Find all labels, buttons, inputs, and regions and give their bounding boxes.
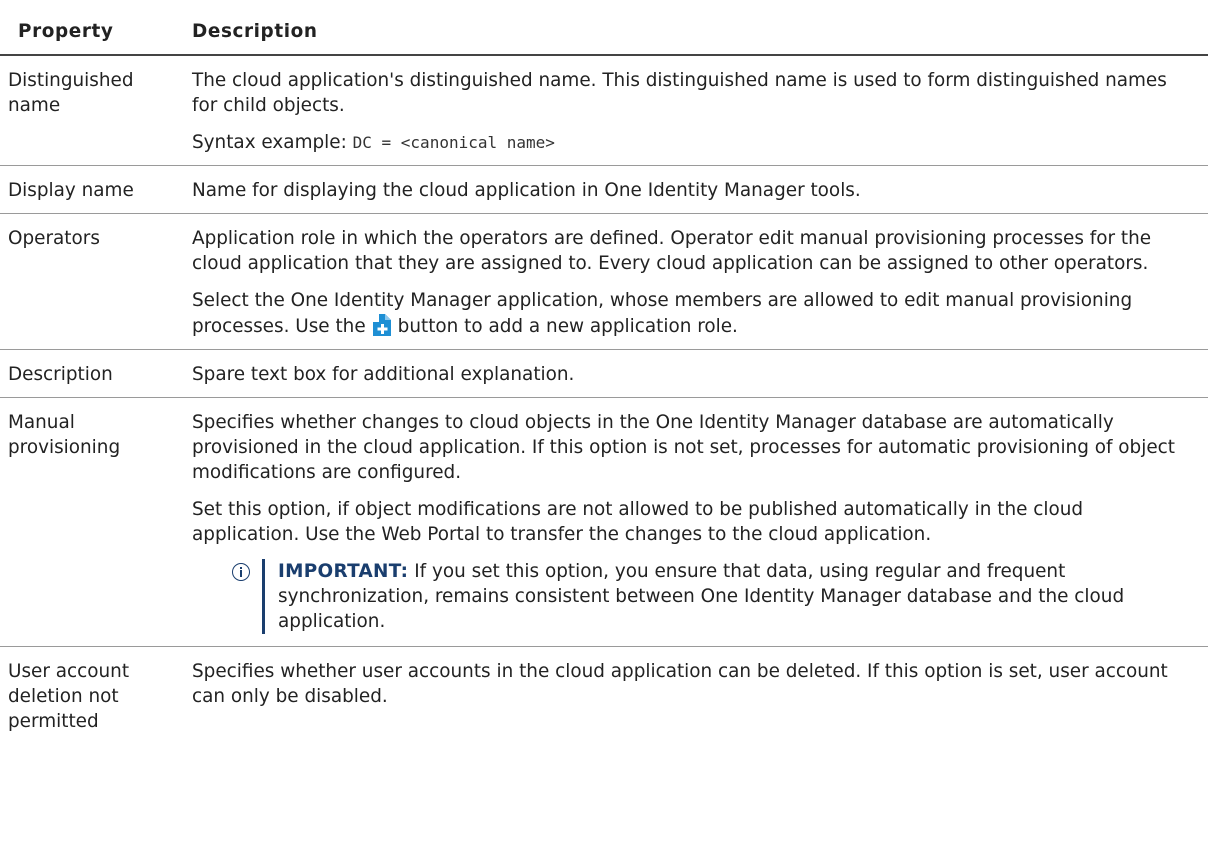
description-paragraph: Name for displaying the cloud applicatio… (192, 180, 861, 201)
property-description: Name for displaying the cloud applicatio… (190, 165, 1208, 214)
description-paragraph: Select the One Identity Manager applicat… (192, 288, 1192, 339)
property-description: The cloud application's distinguished na… (190, 55, 1208, 166)
description-paragraph: Specifies whether changes to cloud objec… (192, 412, 1175, 483)
info-icon (232, 563, 250, 581)
property-column-header: Property (0, 0, 190, 56)
property-name: Operators (0, 213, 190, 350)
table-row: Display name Name for displaying the clo… (0, 165, 1208, 214)
property-description: Spare text box for additional explanatio… (190, 349, 1208, 398)
description-paragraph: The cloud application's distinguished na… (192, 70, 1167, 116)
note-divider (262, 559, 265, 634)
description-paragraph: Spare text box for additional explanatio… (192, 364, 575, 385)
description-column-header: Description (190, 0, 1208, 56)
syntax-code: DC = <canonical name> (352, 133, 555, 152)
table-row: User account deletion not permitted Spec… (0, 647, 1208, 745)
note-label: IMPORTANT: (278, 561, 409, 582)
description-paragraph: Specifies whether user accounts in the c… (192, 661, 1168, 707)
property-name: Description (0, 349, 190, 398)
note-body: IMPORTANT: If you set this option, you en… (278, 559, 1192, 634)
property-description: Specifies whether changes to cloud objec… (190, 397, 1208, 647)
property-name: Distinguished name (0, 55, 190, 166)
syntax-example: Syntax example: DC = <canonical name> (192, 130, 1192, 155)
property-name: Display name (0, 165, 190, 214)
description-paragraph: Set this option, if object modifications… (192, 499, 1084, 545)
description-paragraph: Application role in which the operators … (192, 228, 1152, 274)
table-row: Operators Application role in which the … (0, 213, 1208, 350)
syntax-label: Syntax example: (192, 132, 353, 153)
important-note: IMPORTANT: If you set this option, you en… (232, 559, 1192, 634)
property-description: Application role in which the operators … (190, 213, 1208, 350)
add-application-role-icon (370, 313, 392, 337)
property-table: Property Description Distinguished name … (0, 0, 1208, 744)
property-description: Specifies whether user accounts in the c… (190, 647, 1208, 745)
icon-paragraph-after: button to add a new application role. (397, 316, 738, 337)
table-header-row: Property Description (0, 0, 1208, 56)
table-row: Distinguished name The cloud application… (0, 55, 1208, 166)
property-name: User account deletion not permitted (8, 661, 130, 732)
table-row: Manual provisioning Specifies whether ch… (0, 397, 1208, 647)
property-name: Manual provisioning (0, 397, 190, 647)
table-row: Description Spare text box for additiona… (0, 349, 1208, 398)
